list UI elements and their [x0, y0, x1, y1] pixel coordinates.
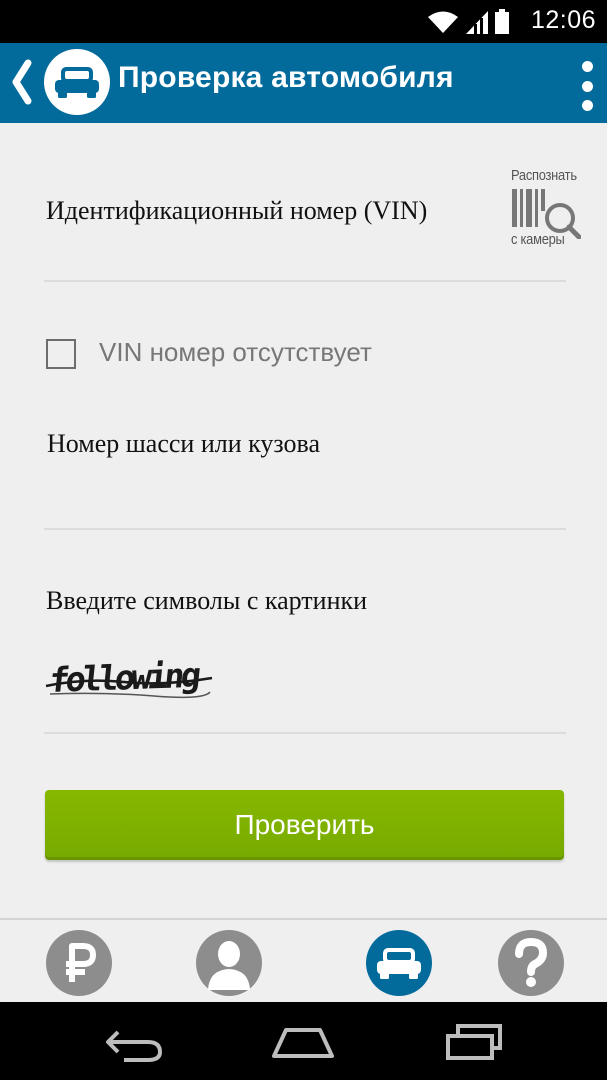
- scan-button-label-top: Распознать: [511, 167, 577, 184]
- car-icon: [55, 67, 99, 98]
- overflow-menu-icon[interactable]: [577, 61, 597, 111]
- status-bar: 12:06: [0, 0, 607, 43]
- tab-profile[interactable]: [196, 930, 262, 996]
- tab-help[interactable]: [498, 930, 564, 996]
- back-arrow-icon[interactable]: [8, 57, 36, 107]
- nav-recents-icon[interactable]: [444, 1022, 504, 1062]
- scan-vin-button[interactable]: Распознать с камеры: [503, 165, 583, 255]
- scan-button-label-bottom: с камеры: [511, 231, 565, 248]
- system-nav-bar: [0, 1002, 607, 1080]
- captcha-field-label[interactable]: Введите символы с картинки: [46, 586, 367, 616]
- ruble-icon: [66, 943, 96, 982]
- captcha-divider: [44, 732, 566, 734]
- battery-icon: [495, 9, 509, 34]
- question-icon: [515, 938, 548, 987]
- status-icons: [427, 8, 509, 34]
- nav-home-icon[interactable]: [270, 1022, 336, 1062]
- page-title: Проверка автомобиля: [118, 61, 454, 94]
- menu-dot: [581, 61, 593, 72]
- status-time: 12:06: [530, 6, 596, 34]
- check-button[interactable]: Проверить: [45, 790, 564, 860]
- wifi-icon: [428, 11, 458, 33]
- user-icon: [208, 941, 250, 990]
- car-icon: [377, 948, 421, 979]
- vin-field-label[interactable]: Идентификационный номер (VIN): [46, 196, 427, 226]
- signal-icon: [466, 11, 488, 34]
- chassis-divider: [44, 528, 566, 530]
- menu-dot: [581, 80, 593, 92]
- captcha-image: following: [45, 656, 213, 701]
- action-bar: Проверка автомобиля: [0, 43, 607, 123]
- vin-missing-label[interactable]: VIN номер отсутствует: [99, 337, 372, 368]
- tab-car-check[interactable]: [366, 930, 432, 996]
- bottom-tab-bar: [0, 918, 607, 1002]
- chassis-field-label[interactable]: Номер шасси или кузова: [47, 429, 320, 459]
- app-logo[interactable]: [44, 49, 110, 115]
- vin-missing-checkbox[interactable]: [46, 339, 76, 369]
- vin-divider: [44, 280, 566, 282]
- tab-payment[interactable]: [46, 930, 112, 996]
- nav-back-icon[interactable]: [104, 1022, 164, 1062]
- menu-dot: [581, 100, 593, 111]
